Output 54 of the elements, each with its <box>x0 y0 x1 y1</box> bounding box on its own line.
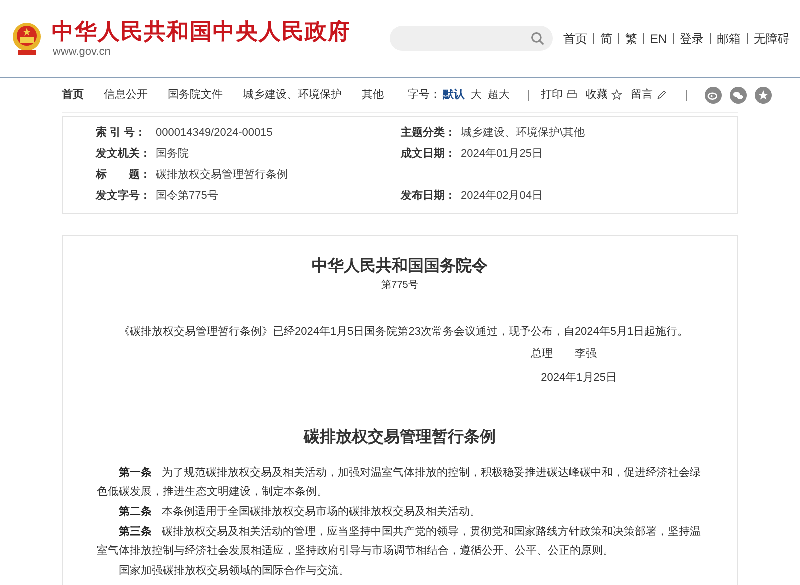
metadata-value: 碳排放权交易管理暂行条例 <box>156 168 288 183</box>
breadcrumb-link[interactable]: 首页 <box>62 86 84 104</box>
top-link[interactable]: 简 <box>600 30 612 48</box>
order-title: 中华人民共和国国务院令 <box>311 256 489 277</box>
metadata-value: 城乡建设、环境保护\其他 <box>461 126 586 141</box>
order-number: 第775号 <box>380 279 420 293</box>
pencil-icon <box>656 89 668 101</box>
metadata-value: 国令第775号 <box>156 189 218 204</box>
weibo-icon[interactable] <box>705 86 722 104</box>
metadata-label: 标 题： <box>96 168 152 183</box>
font-size-label: 字号： <box>408 88 441 103</box>
font-size-option[interactable]: 大 <box>471 86 482 104</box>
top-link[interactable]: 首页 <box>563 30 588 48</box>
emblem-icon <box>10 22 44 56</box>
breadcrumb-link[interactable]: 国务院文件 <box>168 86 223 104</box>
search-icon[interactable] <box>531 32 546 46</box>
metadata-label: 发文字号： <box>96 188 152 204</box>
metadata-label: 主题分类： <box>401 126 457 141</box>
font-size-option[interactable]: 超大 <box>488 86 510 104</box>
metadata-value: 国务院 <box>156 147 189 162</box>
top-link[interactable]: 繁 <box>625 30 638 48</box>
order-date: 2024年1月25日 <box>541 371 617 386</box>
top-link[interactable]: 登录 <box>680 30 704 48</box>
site-title: 中华人民共和国中央人民政府 <box>52 18 351 44</box>
search-field[interactable] <box>390 26 554 51</box>
tool-link[interactable]: 留言 <box>631 86 668 104</box>
top-link[interactable]: EN <box>650 30 667 48</box>
order-text: 《碳排放权交易管理暂行条例》已经2024年1月5日国务院第23次常务会议通过，现予公布，自2024年5月1日起施行。 <box>118 324 690 340</box>
breadcrumb-link[interactable]: 其他 <box>362 86 384 104</box>
printer-icon <box>566 89 578 101</box>
metadata-label: 索 引 号： <box>96 126 148 141</box>
metadata-label: 发布日期： <box>401 188 457 204</box>
signer-name: 李强 <box>575 347 597 362</box>
star-icon <box>611 89 623 101</box>
chat-bubbles-icon[interactable] <box>730 86 747 104</box>
metadata-value: 2024年01月25日 <box>461 147 543 162</box>
metadata-label: 发文机关： <box>96 146 152 162</box>
tool-link[interactable]: 打印 <box>541 86 578 104</box>
site-url[interactable]: www.gov.cn <box>53 44 351 58</box>
breadcrumb-link[interactable]: 城乡建设、环境保护 <box>243 86 342 104</box>
metadata-value: 000014349/2024-00015 <box>156 126 273 141</box>
regulation-title: 碳排放权交易管理暂行条例 <box>302 427 497 448</box>
tool-link[interactable]: 收藏 <box>586 86 623 104</box>
metadata-value: 2024年02月04日 <box>461 189 543 204</box>
article-paragraph: 第三条 碳排放权交易及相关活动的管理，应当坚持中国共产党的领导，贯彻党和国家路线方针政策和决策部署，坚持温室气体排放控制与经济社会发展相适应，坚持政府引导与市场调节相结合，遵循公开、公平、公正的原则。 <box>97 524 702 559</box>
top-link[interactable]: 邮箱 <box>717 30 741 48</box>
font-size-option[interactable]: 默认 <box>443 86 465 104</box>
article-paragraph: 第二条 本条例适用于全国碳排放权交易市场的碳排放权交易及相关活动。 <box>118 504 482 520</box>
signer-title: 总理 <box>531 347 553 362</box>
top-link[interactable]: 无障碍 <box>754 30 790 48</box>
metadata-label: 成文日期： <box>401 146 457 162</box>
article-paragraph: 国家加强碳排放权交易领域的国际合作与交流。 <box>118 564 351 579</box>
article-paragraph: 第一条 为了规范碳排放权交易及相关活动，加强对温室气体排放的控制，积极稳妥推进碳达峰碳中和，促进经济社会绿色低碳发展，推进生态文明建设，制定本条例。 <box>97 466 702 500</box>
breadcrumb-link[interactable]: 信息公开 <box>104 86 148 104</box>
